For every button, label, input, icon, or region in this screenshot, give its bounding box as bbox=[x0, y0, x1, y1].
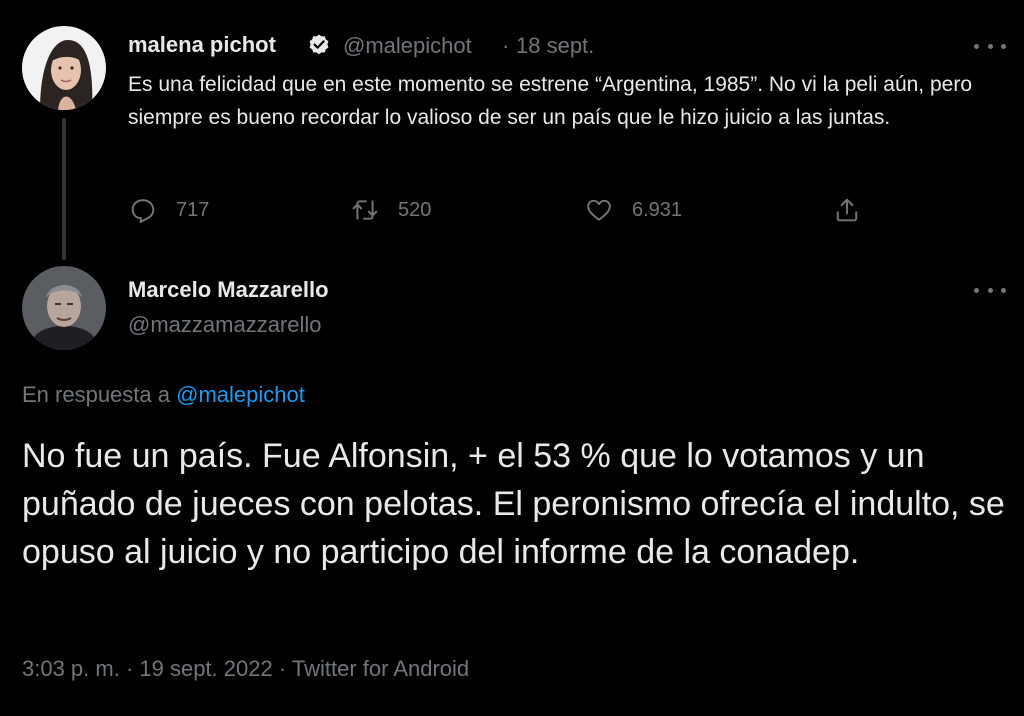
reply-icon bbox=[131, 199, 155, 223]
retweet-button[interactable]: 520 bbox=[352, 193, 431, 227]
tweet-thread: malena pichot @malepichot · 18 sept. Es … bbox=[0, 0, 1024, 716]
heart-icon bbox=[587, 199, 611, 221]
separator-dot: · bbox=[502, 33, 510, 58]
more-options-icon[interactable] bbox=[974, 36, 1006, 56]
parent-handle[interactable]: @malepichot bbox=[343, 33, 472, 59]
reply-context: En respuesta a @malepichot bbox=[22, 382, 305, 408]
main-avatar[interactable] bbox=[22, 266, 106, 350]
thread-connector-line bbox=[62, 118, 66, 260]
reply-button[interactable]: 717 bbox=[130, 193, 209, 227]
tweet-timestamp[interactable]: 3:03 p. m. · 19 sept. 2022 · Twitter for… bbox=[22, 656, 469, 682]
reply-prefix: En respuesta a bbox=[22, 382, 170, 407]
main-handle[interactable]: @mazzamazzarello bbox=[128, 312, 322, 338]
reply-mention-link[interactable]: @malepichot bbox=[176, 382, 305, 407]
more-options-icon[interactable] bbox=[974, 280, 1006, 300]
share-icon bbox=[836, 198, 858, 222]
main-author-name[interactable]: Marcelo Mazzarello bbox=[128, 277, 329, 303]
parent-author-name[interactable]: malena pichot bbox=[128, 32, 276, 58]
retweet-icon bbox=[352, 200, 378, 220]
reply-count: 717 bbox=[176, 198, 210, 221]
like-button[interactable]: 6.931 bbox=[586, 193, 682, 227]
like-count: 6.931 bbox=[632, 198, 683, 221]
retweet-count: 520 bbox=[398, 198, 432, 221]
share-button[interactable] bbox=[834, 193, 880, 227]
parent-tweet-text: Es una felicidad que en este momento se … bbox=[128, 73, 973, 129]
verified-badge-icon bbox=[309, 34, 329, 55]
parent-date[interactable]: 18 sept. bbox=[516, 33, 594, 59]
parent-avatar[interactable] bbox=[22, 26, 106, 110]
main-tweet-text: No fue un país. Fue Alfonsin, + el 53 % … bbox=[22, 437, 1005, 571]
